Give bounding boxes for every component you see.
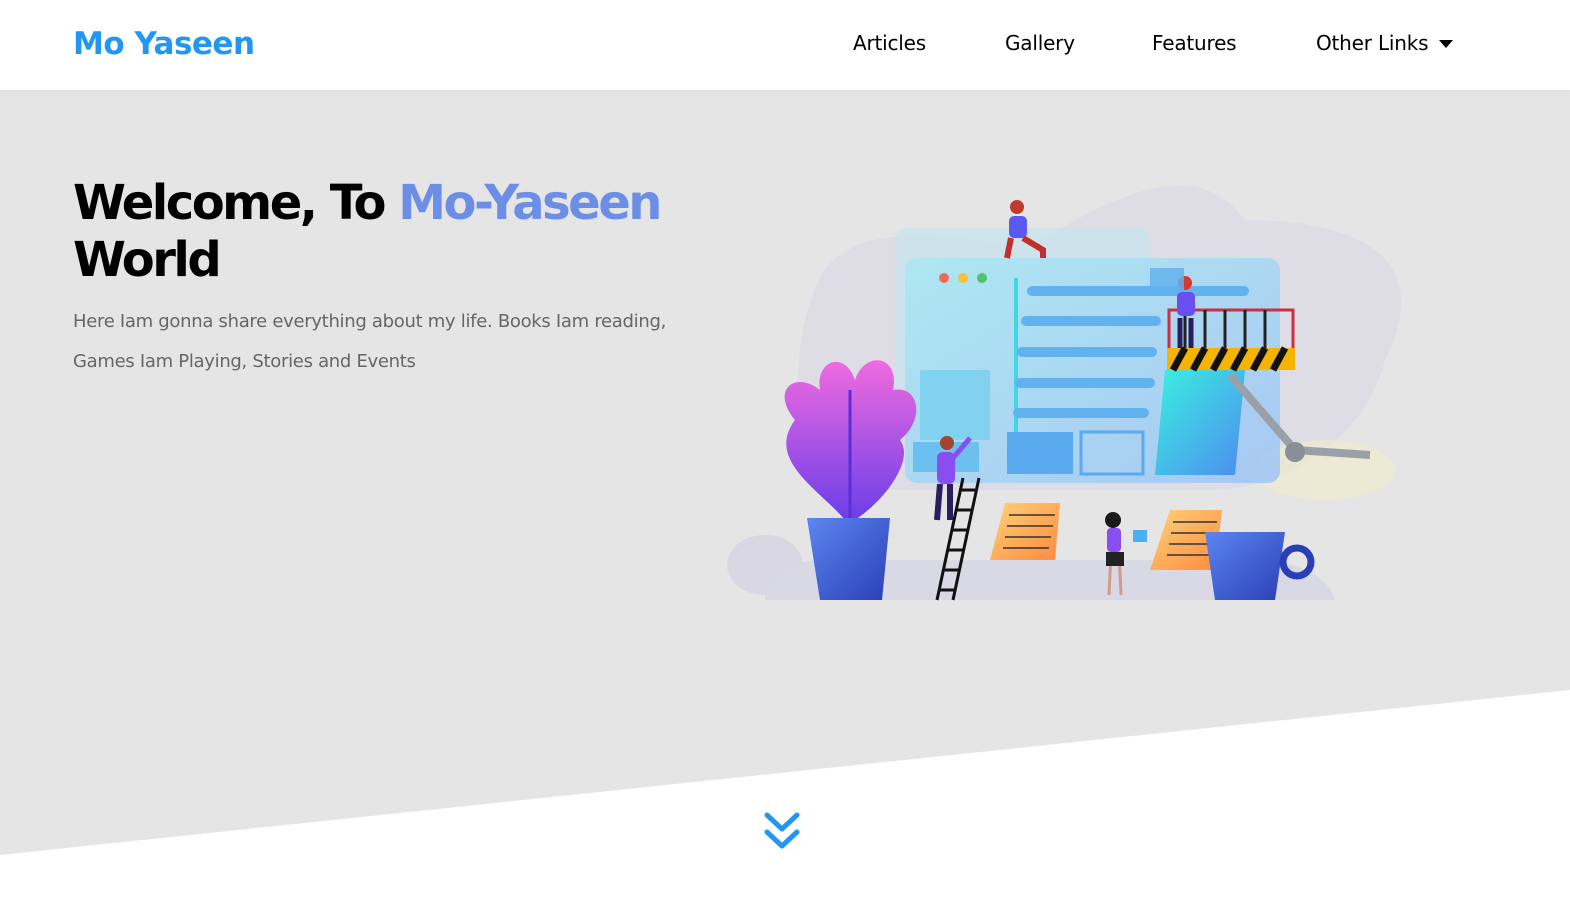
site-header: Mo Yaseen Articles Gallery Features Othe… xyxy=(0,0,1570,90)
nav-link-other-links[interactable]: Other Links xyxy=(1316,31,1454,55)
title-part-2: World xyxy=(73,232,222,288)
nav-other-links-label: Other Links xyxy=(1316,31,1429,55)
landing-title: Welcome, To Mo-Yaseen World xyxy=(73,175,693,289)
nav-link-articles[interactable]: Articles xyxy=(853,31,926,55)
landing-illustration xyxy=(727,185,1402,601)
window-dot-red xyxy=(939,273,949,283)
title-part-1: Welcome, To xyxy=(73,175,399,231)
main-nav: Articles Gallery Features Other Links xyxy=(0,31,1570,61)
nav-link-features[interactable]: Features xyxy=(1152,31,1237,55)
double-chevron-down-icon[interactable] xyxy=(762,810,802,854)
window-dot-green xyxy=(977,273,987,283)
landing-description: Here Iam gonna share everything about my… xyxy=(73,311,667,372)
title-accent: Mo-Yaseen xyxy=(398,175,662,231)
window-dot-yellow xyxy=(958,273,968,283)
nav-link-gallery[interactable]: Gallery xyxy=(1005,31,1075,55)
caret-down-icon xyxy=(1439,40,1454,48)
